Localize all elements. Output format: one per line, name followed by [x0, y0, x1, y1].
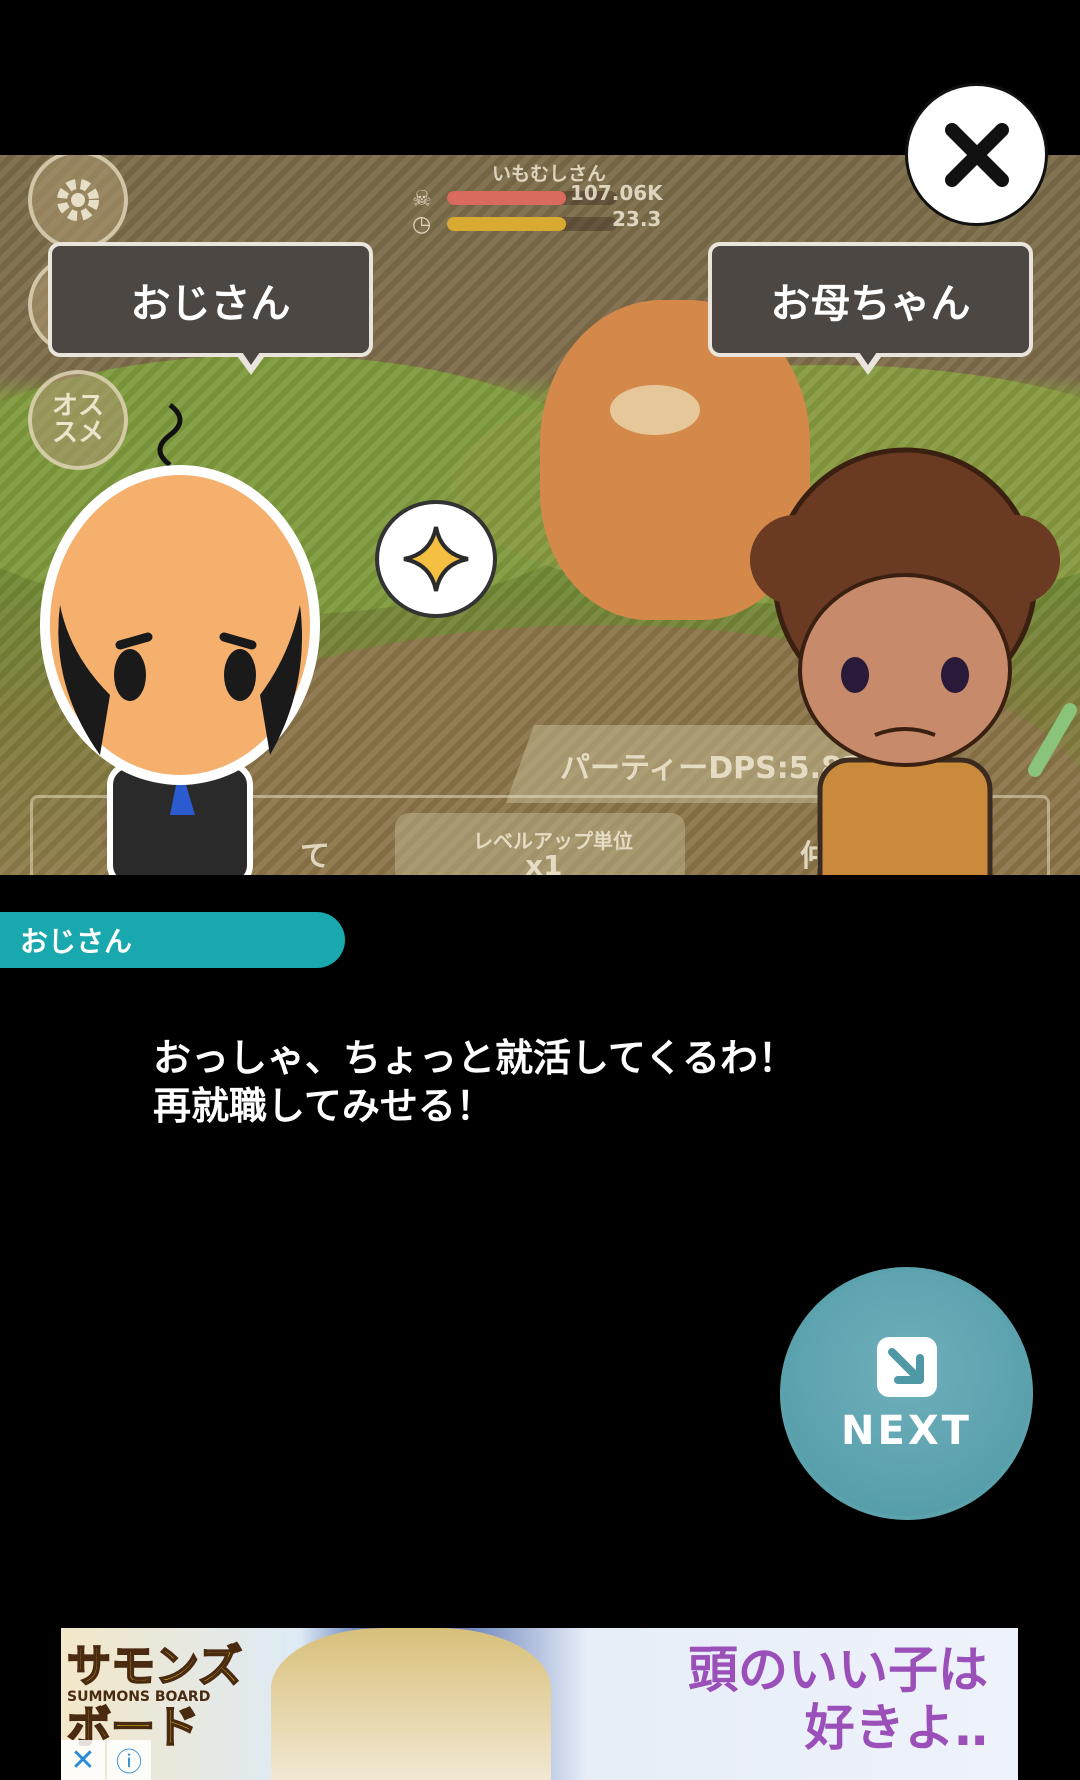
- ojisan-character: [20, 375, 330, 875]
- boss-hp-fill: [447, 191, 566, 205]
- ad-headline-line1: 頭のいい子は: [688, 1641, 988, 1699]
- ad-brand: サモンズ SUMMONS BOARD ボード: [66, 1641, 243, 1751]
- boss-eye: [610, 385, 700, 435]
- ojisan-name: おじさん: [130, 280, 291, 327]
- sparkle-icon: [403, 526, 469, 592]
- ad-info-icon[interactable]: ⓘ: [107, 1740, 151, 1780]
- clock-icon: ◷: [412, 212, 432, 237]
- level-unit-value: x1: [525, 849, 563, 875]
- ojisan-name-bubble: おじさん: [48, 242, 373, 375]
- ad-brand-line1: サモンズ: [66, 1641, 243, 1692]
- boss-timer-value: 23.3: [612, 207, 662, 231]
- close-icon: [944, 122, 1009, 187]
- boss-hp-value: 107.06K: [570, 181, 663, 205]
- close-button[interactable]: [905, 83, 1048, 226]
- gear-icon: [57, 179, 99, 221]
- boss-timer-fill: [447, 217, 566, 231]
- speaker-name: おじさん: [20, 925, 133, 958]
- mother-character: [725, 430, 1080, 875]
- mother-name-bubble: お母ちゃん: [708, 242, 1033, 375]
- arrow-down-right-icon: [876, 1336, 937, 1397]
- dialog-line-1: おっしゃ、ちょっと就活してくるわ！: [153, 1036, 796, 1080]
- next-button[interactable]: NEXT: [780, 1267, 1033, 1520]
- ad-character-art: [271, 1628, 551, 1780]
- ad-banner[interactable]: サモンズ SUMMONS BOARD ボード 頭のいい子は 好きよ‥ ✕ ⓘ: [61, 1628, 1018, 1780]
- ad-headline-line2: 好きよ‥: [804, 1698, 988, 1757]
- ad-close-icon[interactable]: ✕: [61, 1740, 105, 1780]
- boss-timer-bar: [447, 217, 617, 231]
- ad-headline: 頭のいい子は 好きよ‥: [688, 1641, 988, 1757]
- next-label: NEXT: [841, 1407, 972, 1454]
- mother-illustration: [750, 447, 1077, 875]
- skull-icon: ☠: [412, 187, 432, 212]
- speaker-name-tab: おじさん: [0, 912, 345, 968]
- settings-gear-button[interactable]: [28, 155, 128, 250]
- ojisan-illustration: [40, 403, 320, 875]
- dialog-line-2: 再就職してみせる！: [153, 1084, 494, 1128]
- mother-name: お母ちゃん: [770, 280, 971, 327]
- sparkle-speech-bubble: [375, 500, 497, 618]
